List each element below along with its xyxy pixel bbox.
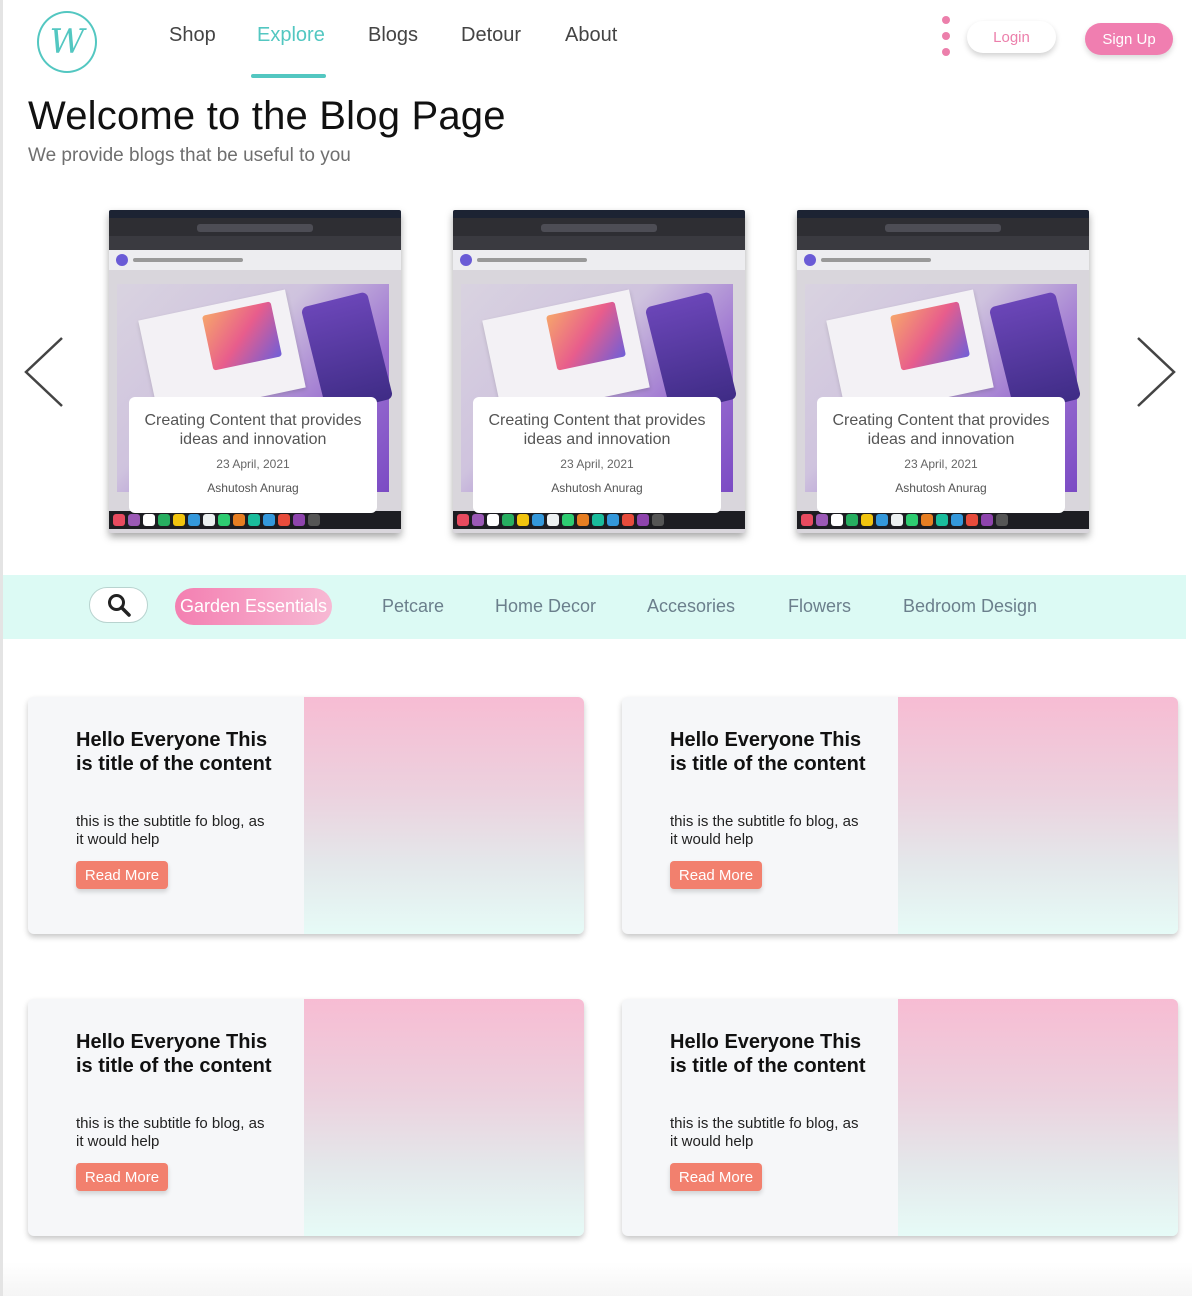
blog-card-image (898, 999, 1178, 1236)
page-footer-fade (3, 1262, 1192, 1296)
blog-card-title: Hello Everyone This is title of the cont… (670, 729, 866, 775)
login-button[interactable]: Login (967, 21, 1056, 53)
chevron-left-icon[interactable] (22, 336, 66, 408)
nav-shop[interactable]: Shop (169, 24, 216, 47)
kebab-menu-icon[interactable] (939, 16, 953, 56)
nav-active-indicator (251, 74, 326, 78)
nav-about[interactable]: About (565, 24, 617, 47)
search-icon (107, 594, 131, 617)
page-title: Welcome to the Blog Page (28, 94, 506, 138)
blog-card-subtitle: this is the subtitle fo blog, as it woul… (76, 813, 265, 848)
blog-card-title: Hello Everyone This is title of the cont… (670, 1031, 866, 1077)
blog-card-subtitle: this is the subtitle fo blog, as it woul… (670, 1115, 859, 1150)
blog-card-image (304, 697, 584, 934)
blog-card[interactable]: Hello Everyone This is title of the cont… (28, 697, 584, 934)
slide-author: Ashutosh Anurag (895, 481, 987, 495)
blog-card-image (304, 999, 584, 1236)
category-home-decor[interactable]: Home Decor (495, 596, 596, 617)
page-left-edge (0, 0, 3, 1296)
blog-card[interactable]: Hello Everyone This is title of the cont… (622, 999, 1178, 1236)
site-logo[interactable]: W (37, 11, 97, 73)
read-more-button[interactable]: Read More (76, 861, 168, 889)
blog-card[interactable]: Hello Everyone This is title of the cont… (28, 999, 584, 1236)
slide-card: Creating Content that provides ideas and… (473, 397, 721, 513)
chevron-right-icon[interactable] (1134, 336, 1178, 408)
nav-blogs[interactable]: Blogs (368, 24, 418, 47)
category-accesories[interactable]: Accesories (647, 596, 735, 617)
category-flowers[interactable]: Flowers (788, 596, 851, 617)
slide-card: Creating Content that provides ideas and… (817, 397, 1065, 513)
blog-card-subtitle: this is the subtitle fo blog, as it woul… (76, 1115, 265, 1150)
slide-date: 23 April, 2021 (904, 457, 978, 471)
slide-author: Ashutosh Anurag (551, 481, 643, 495)
carousel-slide[interactable]: Creating Content that provides ideas and… (109, 210, 401, 533)
slide-title: Creating Content that provides ideas and… (488, 412, 706, 448)
nav-explore[interactable]: Explore (257, 24, 325, 47)
blog-card[interactable]: Hello Everyone This is title of the cont… (622, 697, 1178, 934)
slide-title: Creating Content that provides ideas and… (144, 412, 362, 448)
read-more-button[interactable]: Read More (670, 1163, 762, 1191)
category-garden-essentials[interactable]: Garden Essentials (175, 588, 332, 625)
slide-date: 23 April, 2021 (560, 457, 634, 471)
slide-author: Ashutosh Anurag (207, 481, 299, 495)
blog-card-title: Hello Everyone This is title of the cont… (76, 729, 272, 775)
category-bedroom-design[interactable]: Bedroom Design (903, 596, 1037, 617)
carousel-slide[interactable]: Creating Content that provides ideas and… (453, 210, 745, 533)
logo-letter: W (49, 22, 85, 62)
blog-card-image (898, 697, 1178, 934)
search-button[interactable] (89, 587, 148, 623)
category-petcare[interactable]: Petcare (382, 596, 444, 617)
carousel-slide[interactable]: Creating Content that provides ideas and… (797, 210, 1089, 533)
page-subtitle: We provide blogs that be useful to you (28, 145, 351, 166)
read-more-button[interactable]: Read More (670, 861, 762, 889)
signup-button[interactable]: Sign Up (1085, 23, 1173, 55)
slide-card: Creating Content that provides ideas and… (129, 397, 377, 513)
nav-detour[interactable]: Detour (461, 24, 521, 47)
blog-card-subtitle: this is the subtitle fo blog, as it woul… (670, 813, 859, 848)
slide-date: 23 April, 2021 (216, 457, 290, 471)
read-more-button[interactable]: Read More (76, 1163, 168, 1191)
blog-card-title: Hello Everyone This is title of the cont… (76, 1031, 272, 1077)
slide-title: Creating Content that provides ideas and… (832, 412, 1050, 448)
